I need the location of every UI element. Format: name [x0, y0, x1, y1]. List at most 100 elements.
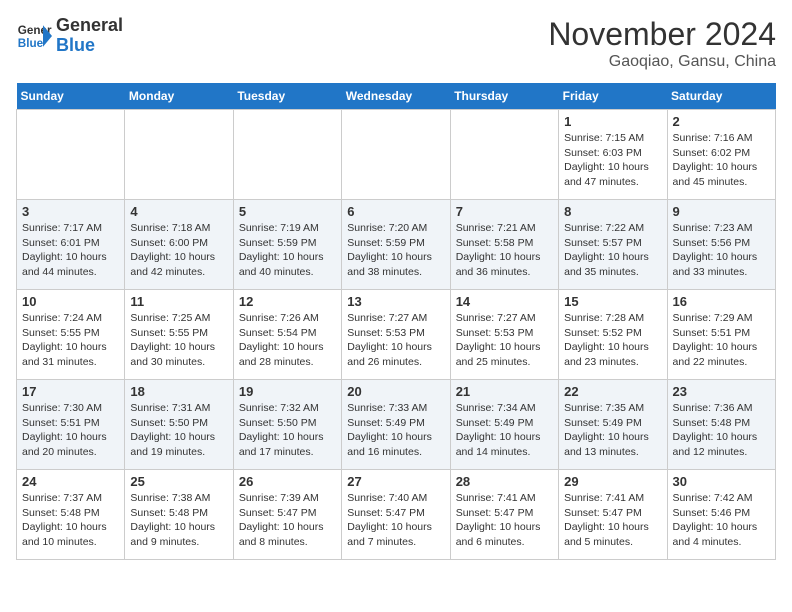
day-number: 28 [456, 474, 553, 489]
calendar-cell: 3 Sunrise: 7:17 AM Sunset: 6:01 PM Daylig… [17, 200, 125, 290]
day-number: 11 [130, 294, 227, 309]
svg-text:Blue: Blue [18, 37, 44, 50]
day-number: 21 [456, 384, 553, 399]
calendar-cell: 24 Sunrise: 7:37 AM Sunset: 5:48 PM Dayli… [17, 470, 125, 560]
page-title: November 2024 [548, 16, 776, 53]
day-number: 18 [130, 384, 227, 399]
day-info: Sunrise: 7:35 AM Sunset: 5:49 PM Dayligh… [564, 401, 661, 460]
weekday-header: Thursday [450, 83, 558, 110]
calendar-cell: 26Sunrise: 7:39 AM Sunset: 5:47 PM Dayli… [233, 470, 341, 560]
day-info: Sunrise: 7:29 AM Sunset: 5:51 PM Dayligh… [673, 311, 770, 370]
calendar-table: SundayMondayTuesdayWednesdayThursdayFrid… [16, 83, 776, 560]
day-number: 10 [22, 294, 119, 309]
day-info: Sunrise: 7:38 AM Sunset: 5:48 PM Dayligh… [130, 491, 227, 550]
calendar-cell: 10 Sunrise: 7:24 AM Sunset: 5:55 PM Dayli… [17, 290, 125, 380]
day-number: 2 [673, 114, 770, 129]
day-number: 8 [564, 204, 661, 219]
calendar-header: SundayMondayTuesdayWednesdayThursdayFrid… [17, 83, 776, 110]
calendar-cell: 29 Sunrise: 7:41 AM Sunset: 5:47 PM Dayli… [559, 470, 667, 560]
day-number: 29 [564, 474, 661, 489]
day-number: 6 [347, 204, 444, 219]
calendar-cell: 11 Sunrise: 7:25 AM Sunset: 5:55 PM Dayli… [125, 290, 233, 380]
day-number: 14 [456, 294, 553, 309]
day-number: 3 [22, 204, 119, 219]
day-info: Sunrise: 7:30 AM Sunset: 5:51 PM Dayligh… [22, 401, 119, 460]
day-info: Sunrise: 7:23 AM Sunset: 5:56 PM Dayligh… [673, 221, 770, 280]
weekday-header: Wednesday [342, 83, 450, 110]
logo: General Blue General Blue [16, 16, 123, 56]
day-info: Sunrise: 7:39 AM Sunset: 5:47 PM Dayligh… [239, 491, 336, 550]
day-info: Sunrise: 7:33 AM Sunset: 5:49 PM Dayligh… [347, 401, 444, 460]
day-info: Sunrise: 7:37 AM Sunset: 5:48 PM Dayligh… [22, 491, 119, 550]
calendar-cell: 1Sunrise: 7:15 AM Sunset: 6:03 PM Daylig… [559, 110, 667, 200]
calendar-cell: 5 Sunrise: 7:19 AM Sunset: 5:59 PM Daylig… [233, 200, 341, 290]
calendar-cell: 9Sunrise: 7:23 AM Sunset: 5:56 PM Daylig… [667, 200, 775, 290]
day-number: 24 [22, 474, 119, 489]
weekday-header: Sunday [17, 83, 125, 110]
calendar-cell: 28 Sunrise: 7:41 AM Sunset: 5:47 PM Dayli… [450, 470, 558, 560]
day-number: 4 [130, 204, 227, 219]
day-info: Sunrise: 7:41 AM Sunset: 5:47 PM Dayligh… [564, 491, 661, 550]
day-number: 27 [347, 474, 444, 489]
day-number: 20 [347, 384, 444, 399]
calendar-cell: 22 Sunrise: 7:35 AM Sunset: 5:49 PM Dayli… [559, 380, 667, 470]
calendar-cell: 19 Sunrise: 7:32 AM Sunset: 5:50 PM Dayli… [233, 380, 341, 470]
day-number: 7 [456, 204, 553, 219]
calendar-cell: 13 Sunrise: 7:27 AM Sunset: 5:53 PM Dayli… [342, 290, 450, 380]
title-block: November 2024 Gaoqiao, Gansu, China [548, 16, 776, 71]
calendar-cell: 21 Sunrise: 7:34 AM Sunset: 5:49 PM Dayli… [450, 380, 558, 470]
calendar-cell: 16 Sunrise: 7:29 AM Sunset: 5:51 PM Dayli… [667, 290, 775, 380]
day-number: 12 [239, 294, 336, 309]
day-number: 15 [564, 294, 661, 309]
calendar-cell: 27Sunrise: 7:40 AM Sunset: 5:47 PM Dayli… [342, 470, 450, 560]
day-info: Sunrise: 7:25 AM Sunset: 5:55 PM Dayligh… [130, 311, 227, 370]
logo-text: General Blue [56, 16, 123, 56]
day-info: Sunrise: 7:34 AM Sunset: 5:49 PM Dayligh… [456, 401, 553, 460]
day-number: 16 [673, 294, 770, 309]
calendar-cell [125, 110, 233, 200]
day-info: Sunrise: 7:41 AM Sunset: 5:47 PM Dayligh… [456, 491, 553, 550]
day-info: Sunrise: 7:27 AM Sunset: 5:53 PM Dayligh… [456, 311, 553, 370]
day-info: Sunrise: 7:22 AM Sunset: 5:57 PM Dayligh… [564, 221, 661, 280]
day-number: 19 [239, 384, 336, 399]
calendar-cell [342, 110, 450, 200]
calendar-cell [233, 110, 341, 200]
day-info: Sunrise: 7:18 AM Sunset: 6:00 PM Dayligh… [130, 221, 227, 280]
day-info: Sunrise: 7:17 AM Sunset: 6:01 PM Dayligh… [22, 221, 119, 280]
calendar-cell: 12 Sunrise: 7:26 AM Sunset: 5:54 PM Dayli… [233, 290, 341, 380]
day-info: Sunrise: 7:15 AM Sunset: 6:03 PM Dayligh… [564, 131, 661, 190]
calendar-cell: 17 Sunrise: 7:30 AM Sunset: 5:51 PM Dayli… [17, 380, 125, 470]
day-number: 17 [22, 384, 119, 399]
calendar-cell [450, 110, 558, 200]
page-header: General Blue General Blue November 2024 … [16, 16, 776, 71]
weekday-header: Friday [559, 83, 667, 110]
day-info: Sunrise: 7:42 AM Sunset: 5:46 PM Dayligh… [673, 491, 770, 550]
calendar-cell: 8 Sunrise: 7:22 AM Sunset: 5:57 PM Daylig… [559, 200, 667, 290]
weekday-header: Monday [125, 83, 233, 110]
calendar-cell: 20 Sunrise: 7:33 AM Sunset: 5:49 PM Dayli… [342, 380, 450, 470]
calendar-cell: 23 Sunrise: 7:36 AM Sunset: 5:48 PM Dayli… [667, 380, 775, 470]
calendar-cell: 25Sunrise: 7:38 AM Sunset: 5:48 PM Dayli… [125, 470, 233, 560]
day-info: Sunrise: 7:31 AM Sunset: 5:50 PM Dayligh… [130, 401, 227, 460]
day-info: Sunrise: 7:36 AM Sunset: 5:48 PM Dayligh… [673, 401, 770, 460]
day-number: 5 [239, 204, 336, 219]
day-info: Sunrise: 7:20 AM Sunset: 5:59 PM Dayligh… [347, 221, 444, 280]
day-info: Sunrise: 7:28 AM Sunset: 5:52 PM Dayligh… [564, 311, 661, 370]
weekday-header: Tuesday [233, 83, 341, 110]
day-info: Sunrise: 7:21 AM Sunset: 5:58 PM Dayligh… [456, 221, 553, 280]
weekday-header: Saturday [667, 83, 775, 110]
day-info: Sunrise: 7:27 AM Sunset: 5:53 PM Dayligh… [347, 311, 444, 370]
page-subtitle: Gaoqiao, Gansu, China [548, 53, 776, 71]
day-info: Sunrise: 7:24 AM Sunset: 5:55 PM Dayligh… [22, 311, 119, 370]
day-number: 13 [347, 294, 444, 309]
day-info: Sunrise: 7:32 AM Sunset: 5:50 PM Dayligh… [239, 401, 336, 460]
logo-icon: General Blue [16, 18, 52, 54]
day-number: 23 [673, 384, 770, 399]
day-info: Sunrise: 7:19 AM Sunset: 5:59 PM Dayligh… [239, 221, 336, 280]
day-number: 22 [564, 384, 661, 399]
day-info: Sunrise: 7:26 AM Sunset: 5:54 PM Dayligh… [239, 311, 336, 370]
calendar-cell: 18 Sunrise: 7:31 AM Sunset: 5:50 PM Dayli… [125, 380, 233, 470]
calendar-cell: 14 Sunrise: 7:27 AM Sunset: 5:53 PM Dayli… [450, 290, 558, 380]
calendar-cell: 7 Sunrise: 7:21 AM Sunset: 5:58 PM Daylig… [450, 200, 558, 290]
calendar-cell: 15 Sunrise: 7:28 AM Sunset: 5:52 PM Dayli… [559, 290, 667, 380]
